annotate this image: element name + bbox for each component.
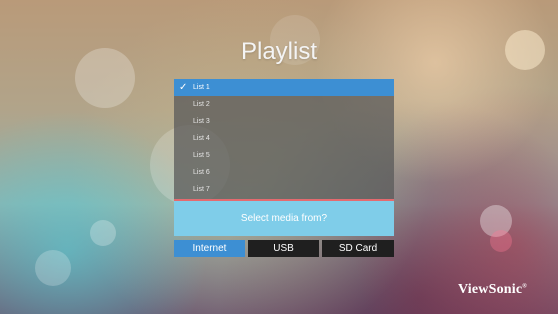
playlist-item-label: List 7: [193, 186, 210, 193]
playlist-item-label: List 4: [193, 135, 210, 142]
playlist-item-label: List 2: [193, 101, 210, 108]
internet-button[interactable]: Internet: [174, 240, 245, 257]
playlist-item-label: List 3: [193, 118, 210, 125]
playlist-item-7[interactable]: List 7: [174, 181, 394, 198]
background-bokeh: [490, 230, 512, 252]
playlist-item-5[interactable]: List 5: [174, 147, 394, 164]
checkmark-icon: ✓: [179, 82, 188, 93]
playlist-item-3[interactable]: List 3: [174, 113, 394, 130]
background-bokeh: [35, 250, 71, 286]
usb-button[interactable]: USB: [248, 240, 319, 257]
playlist-item-2[interactable]: List 2: [174, 96, 394, 113]
brand-logo-text: ViewSonic: [458, 282, 523, 297]
brand-logo: ViewSonic®: [458, 282, 527, 298]
playlist-item-6[interactable]: List 6: [174, 164, 394, 181]
playlist-item-label: List 6: [193, 169, 210, 176]
select-media-prompt: Select media from?: [174, 201, 394, 236]
registered-mark: ®: [522, 283, 527, 290]
playlist-item-label: List 1: [193, 84, 210, 91]
background-bokeh: [90, 220, 116, 246]
playlist-item-1[interactable]: ✓ List 1: [174, 79, 394, 96]
playlist-item-label: List 5: [193, 152, 210, 159]
page-title: Playlist: [240, 38, 318, 65]
sd-card-button[interactable]: SD Card: [322, 240, 394, 257]
playlist-list: ✓ List 1 List 2 List 3 List 4 List 5 Lis…: [174, 79, 394, 199]
playlist-item-4[interactable]: List 4: [174, 130, 394, 147]
